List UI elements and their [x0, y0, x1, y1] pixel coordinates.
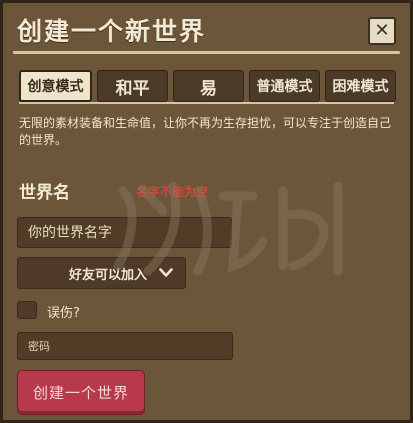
mode-description: 无限的素材装备和生命值，让你不再为生存担忧，可以专注于创造自己的世界。: [19, 116, 392, 147]
close-icon: ✕: [374, 20, 390, 41]
tab-easy[interactable]: 易: [173, 70, 244, 102]
friendly-fire-label: 误伤?: [47, 306, 80, 321]
tab-normal[interactable]: 普通模式: [249, 70, 320, 102]
world-name-label: 世界名: [19, 183, 70, 203]
tab-hard[interactable]: 困难模式: [325, 70, 396, 102]
mode-tabs: 创意模式 和平 易 普通模式 困难模式: [19, 70, 396, 102]
access-dropdown-value: 好友可以加入: [68, 267, 147, 283]
password-input[interactable]: [17, 332, 233, 360]
title-divider: [13, 51, 400, 54]
create-world-dialog: 创建一个新世界 ✕ 创意模式 和平 易 普通模式 困难模式 无限的素材装备和生命…: [0, 0, 413, 423]
friendly-fire-checkbox[interactable]: [17, 301, 37, 319]
close-button[interactable]: ✕: [368, 17, 396, 45]
chevron-down-icon: [155, 268, 177, 278]
create-world-button[interactable]: 创建一个世界: [17, 370, 145, 415]
dialog-title: 创建一个新世界: [17, 17, 207, 46]
access-dropdown[interactable]: 好友可以加入: [17, 257, 186, 289]
tab-peaceful[interactable]: 和平: [97, 70, 168, 102]
world-name-error: 名字不能为空: [136, 185, 209, 199]
tab-divider: [19, 102, 394, 104]
tab-creative[interactable]: 创意模式: [19, 70, 92, 102]
world-name-input[interactable]: [17, 217, 232, 248]
